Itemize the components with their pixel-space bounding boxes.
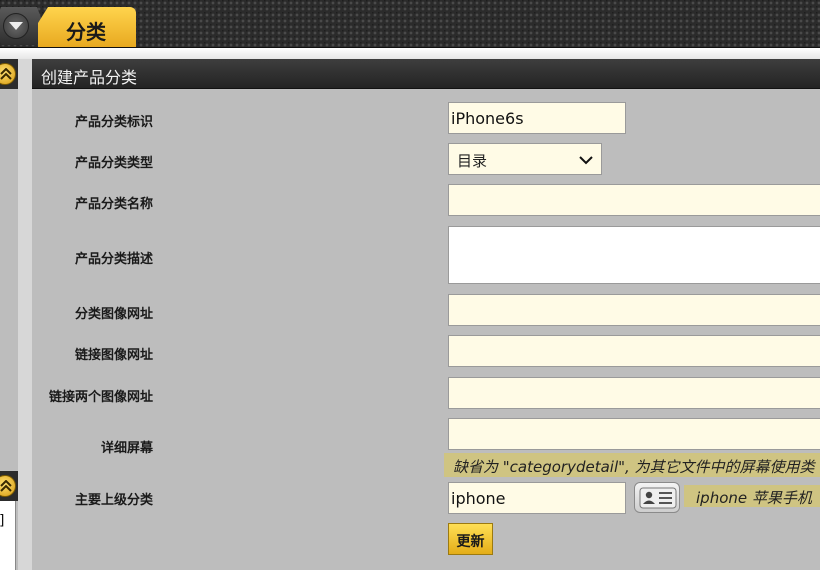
link-two-image-url-label: 链接两个图像网址: [48, 390, 153, 405]
lookup-button[interactable]: [634, 482, 680, 513]
panel-title: 创建产品分类: [41, 68, 138, 87]
sidebar-header-bottom: [0, 471, 18, 501]
category-type-select[interactable]: 目录: [448, 143, 602, 175]
primary-parent-input[interactable]: iphone: [448, 482, 626, 514]
panel-header: 创建产品分类: [32, 59, 820, 89]
category-desc-textarea[interactable]: [448, 226, 820, 284]
sidebar-header-top: [0, 59, 18, 89]
category-id-label: 产品分类标识: [74, 115, 153, 130]
category-image-url-input[interactable]: [448, 294, 820, 326]
header-divider: [0, 48, 820, 59]
sidebar-bracket-text: ]: [0, 513, 4, 529]
chevron-down-icon: [9, 22, 23, 30]
primary-parent-description: iphone 苹果手机: [684, 485, 820, 507]
category-type-value: 目录: [457, 152, 488, 170]
section-tab[interactable]: 分类: [38, 7, 136, 47]
category-id-input[interactable]: iPhone6s: [448, 102, 626, 134]
category-type-label: 产品分类类型: [74, 156, 153, 171]
link-image-url-label: 链接图像网址: [74, 348, 153, 363]
update-button[interactable]: 更新: [448, 523, 493, 555]
link-two-image-url-input[interactable]: [448, 377, 820, 409]
detail-screen-input[interactable]: [448, 418, 820, 450]
category-name-input[interactable]: [448, 184, 820, 216]
detail-screen-hint: 缺省为 "categorydetail", 为其它文件中的屏幕使用类: [444, 453, 820, 477]
chevron-down-icon: [579, 156, 593, 165]
double-chevron-up-icon: [0, 480, 12, 492]
category-image-url-label: 分类图像网址: [74, 307, 153, 322]
category-name-label: 产品分类名称: [74, 197, 153, 212]
category-desc-label: 产品分类描述: [74, 252, 153, 267]
sidebar-panel-bottom: ]: [0, 501, 16, 570]
collapse-button-bottom[interactable]: [0, 475, 16, 497]
link-image-url-input[interactable]: [448, 335, 820, 367]
section-tab-label: 分类: [66, 20, 106, 44]
sidebar-panel: [0, 59, 18, 459]
contact-card-icon: [639, 487, 677, 509]
menu-toggle-button[interactable]: [0, 7, 44, 45]
detail-screen-label: 详细屏幕: [100, 441, 153, 456]
collapse-button-top[interactable]: [0, 63, 16, 85]
double-chevron-up-icon: [0, 68, 12, 80]
top-bar: 分类: [0, 0, 820, 48]
primary-parent-label: 主要上级分类: [74, 493, 153, 508]
